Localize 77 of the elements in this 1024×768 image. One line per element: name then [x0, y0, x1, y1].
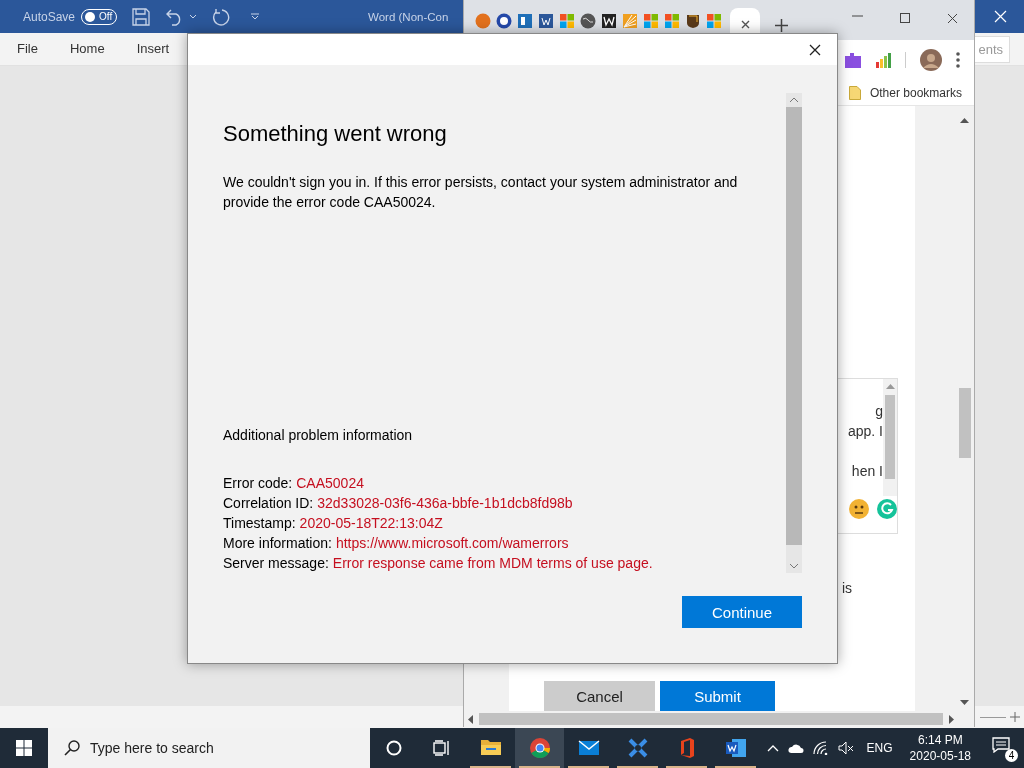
maximize-icon[interactable]	[900, 13, 910, 23]
shield-icon[interactable]	[685, 13, 701, 29]
continue-button[interactable]: Continue	[682, 596, 802, 628]
detail-value: Error response came from MDM terms of use page.	[332, 554, 653, 573]
chat-text: hen I	[851, 462, 883, 481]
detail-value: https://www.microsoft.com/wamerrors	[335, 534, 569, 553]
scroll-thumb[interactable]	[479, 713, 943, 725]
speaker-muted-icon[interactable]	[837, 741, 854, 755]
detail-value: CAA50024	[296, 474, 364, 493]
globe-icon[interactable]	[580, 13, 596, 29]
square-icon[interactable]	[601, 13, 617, 29]
ribbon-tab[interactable]: Home	[69, 34, 105, 64]
scroll-left-icon[interactable]	[468, 714, 473, 724]
notification-badge: 4	[1005, 749, 1018, 762]
scrollbar[interactable]	[883, 379, 897, 496]
language-indicator[interactable]: ENG	[866, 741, 893, 755]
customize-caret-icon[interactable]	[250, 13, 261, 20]
caret-icon[interactable]	[189, 14, 198, 19]
scroll-up-icon[interactable]	[960, 118, 969, 123]
four-squares-icon[interactable]	[559, 13, 575, 29]
autosave-label: AutoSave	[23, 9, 76, 24]
detail-label: Server message:	[223, 554, 329, 573]
avatar-icon[interactable]	[920, 49, 942, 71]
notification-icon[interactable]	[992, 737, 1010, 753]
word-icon[interactable]	[724, 737, 747, 759]
chat-text: g	[875, 402, 883, 421]
menu-icon[interactable]	[956, 52, 960, 68]
clock-time[interactable]: 6:14 PM	[917, 732, 963, 748]
taskbar-button[interactable]	[515, 728, 564, 768]
square-icon[interactable]	[538, 13, 554, 29]
zoom-in-icon[interactable]	[1010, 712, 1020, 722]
new-tab-icon[interactable]	[775, 19, 788, 32]
scroll-thumb[interactable]	[885, 395, 895, 479]
ribbon-tab[interactable]: Insert	[136, 34, 170, 64]
submit-button[interactable]: Submit	[660, 681, 775, 711]
detail-label: More information:	[223, 534, 332, 553]
cancel-button[interactable]: Cancel	[544, 681, 655, 711]
task-view-icon[interactable]	[433, 740, 451, 756]
error-message: We couldn't sign you in. If this error persists, contact your system administrator and provide the error code CAA50024.	[223, 173, 739, 212]
four-squares-icon[interactable]	[706, 13, 722, 29]
section-heading: Additional problem information	[223, 426, 414, 445]
puzzle-icon[interactable]	[845, 52, 861, 68]
four-squares-icon[interactable]	[643, 13, 659, 29]
signal-bars-icon[interactable]	[875, 52, 891, 68]
scroll-thumb[interactable]	[958, 388, 971, 458]
wifi-icon[interactable]	[812, 741, 829, 755]
browser-icon[interactable]	[528, 737, 551, 759]
detail-value: 32d33028-03f6-436a-bbfe-1b1dcb8fd98b	[317, 494, 573, 513]
scroll-up-icon[interactable]	[789, 97, 799, 103]
scroll-right-icon[interactable]	[949, 714, 954, 724]
detail-value: 2020-05-18T22:13:04Z	[299, 514, 443, 533]
scroll-down-icon[interactable]	[789, 563, 799, 569]
cloud-icon[interactable]	[787, 743, 804, 753]
page-text: is	[842, 580, 853, 596]
redo-icon[interactable]	[212, 7, 231, 26]
dialog-heading: Something went wrong	[223, 121, 448, 147]
save-icon[interactable]	[132, 7, 151, 26]
circle-icon[interactable]	[386, 740, 402, 756]
search-icon	[64, 740, 80, 756]
close-icon[interactable]	[809, 43, 821, 56]
close-icon[interactable]	[947, 13, 958, 24]
folder-icon	[848, 85, 861, 100]
chevron-up-icon[interactable]	[766, 744, 779, 752]
close-icon[interactable]	[740, 19, 750, 29]
ribbon-tab[interactable]: File	[17, 34, 38, 64]
detail-label: Timestamp:	[223, 514, 296, 533]
bookmark-link[interactable]: Other bookmarks	[869, 85, 962, 100]
four-squares-icon[interactable]	[664, 13, 680, 29]
emoji-icon[interactable]	[849, 499, 869, 519]
window-title: Word (Non-Con	[368, 10, 449, 23]
scrollbar[interactable]	[464, 711, 974, 727]
detail-label: Error code:	[223, 474, 293, 493]
clock-date[interactable]: 2020-05-18	[909, 748, 971, 764]
chat-text: app. I	[847, 422, 883, 441]
start-icon[interactable]	[16, 740, 32, 756]
circle-icon[interactable]	[496, 13, 512, 29]
detail-label: Correlation ID:	[223, 494, 314, 513]
